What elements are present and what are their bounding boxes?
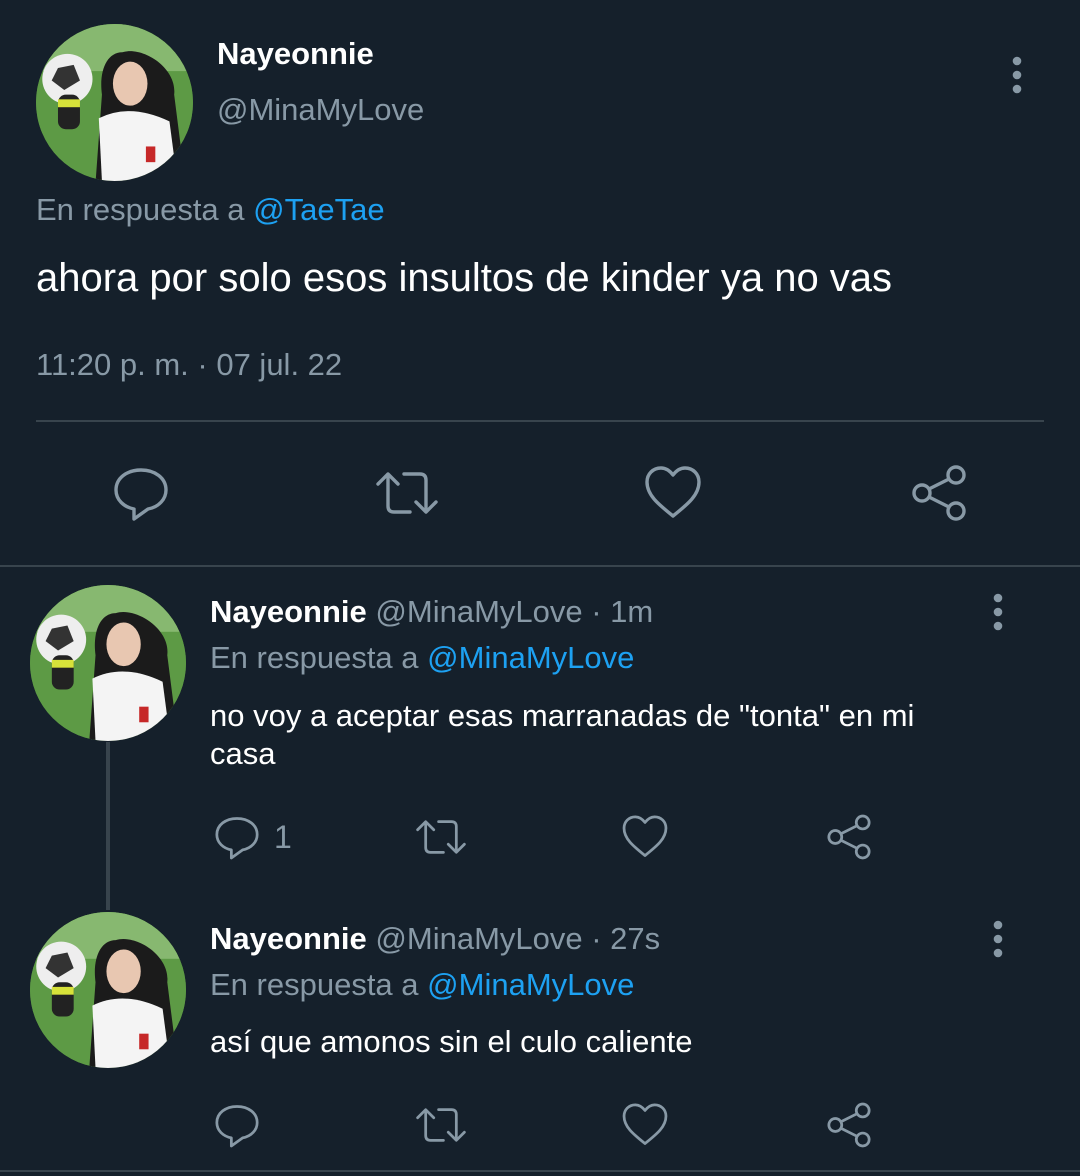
- timestamp[interactable]: 11:20 p. m. · 07 jul. 22: [36, 347, 342, 383]
- display-name[interactable]: Nayeonnie: [210, 594, 367, 629]
- handle[interactable]: @MinaMyLove: [217, 92, 424, 128]
- avatar-image: [36, 24, 193, 181]
- reply-button[interactable]: 1: [212, 812, 292, 862]
- tweet-header: Nayeonnie @MinaMyLove · 27s: [210, 921, 660, 957]
- heart-icon: [622, 815, 668, 857]
- tweet-text-line: no voy a aceptar esas marranadas de "ton…: [210, 698, 915, 733]
- retweet-icon: [416, 1108, 466, 1142]
- more-options-icon[interactable]: [978, 582, 1018, 642]
- handle-and-time[interactable]: @MinaMyLove · 1m: [375, 594, 653, 629]
- reply-icon: [215, 817, 259, 860]
- reply-button[interactable]: [212, 1100, 262, 1150]
- reply-context: En respuesta a @MinaMyLove: [210, 640, 634, 676]
- share-icon: [827, 1102, 871, 1148]
- share-icon: [827, 814, 871, 860]
- retweet-button[interactable]: [412, 812, 470, 862]
- avatar-image: [30, 912, 186, 1068]
- avatar[interactable]: [30, 585, 186, 741]
- share-icon: [912, 465, 966, 521]
- avatar-image: [30, 585, 186, 741]
- share-button[interactable]: [824, 1100, 874, 1150]
- divider: [36, 420, 1044, 422]
- tweet-text: ahora por solo esos insultos de kinder y…: [36, 256, 893, 300]
- reply-button[interactable]: [110, 462, 172, 524]
- reply-icon: [215, 1105, 259, 1148]
- tweet-header: Nayeonnie @MinaMyLove · 1m: [210, 594, 653, 630]
- share-button[interactable]: [824, 812, 874, 862]
- reply-prefix: En respuesta a: [210, 967, 419, 1002]
- reply-to-link[interactable]: @MinaMyLove: [427, 967, 634, 1002]
- tweet-text: no voy a aceptar esas marranadas de "ton…: [210, 697, 914, 773]
- like-button[interactable]: [620, 1100, 670, 1150]
- tweet-text-line: casa: [210, 736, 276, 771]
- retweet-icon: [376, 472, 438, 514]
- reply-icon: [114, 468, 168, 521]
- reply-prefix: En respuesta a: [210, 640, 419, 675]
- reply-prefix: En respuesta a: [36, 192, 245, 227]
- reply-context: En respuesta a @TaeTae: [36, 192, 385, 228]
- heart-icon: [622, 1103, 668, 1145]
- reply-to-link[interactable]: @MinaMyLove: [427, 640, 634, 675]
- reply-context: En respuesta a @MinaMyLove: [210, 967, 634, 1003]
- retweet-button[interactable]: [412, 1100, 470, 1150]
- more-options-icon[interactable]: [997, 45, 1037, 105]
- section-divider: [0, 565, 1080, 567]
- thread-line: [106, 742, 110, 910]
- heart-icon: [645, 466, 701, 518]
- share-button[interactable]: [908, 462, 970, 524]
- display-name[interactable]: Nayeonnie: [217, 36, 374, 72]
- retweet-button[interactable]: [372, 462, 442, 524]
- reply-to-link[interactable]: @TaeTae: [253, 192, 384, 227]
- reply-count: 1: [274, 818, 292, 855]
- like-button[interactable]: [642, 462, 704, 524]
- avatar[interactable]: [30, 912, 186, 1068]
- avatar[interactable]: [36, 24, 193, 181]
- section-divider: [0, 1170, 1080, 1172]
- more-options-icon[interactable]: [978, 909, 1018, 969]
- display-name[interactable]: Nayeonnie: [210, 921, 367, 956]
- tweet-text: así que amonos sin el culo caliente: [210, 1024, 693, 1059]
- like-button[interactable]: [620, 812, 670, 862]
- retweet-icon: [416, 820, 466, 854]
- handle-and-time[interactable]: @MinaMyLove · 27s: [375, 921, 660, 956]
